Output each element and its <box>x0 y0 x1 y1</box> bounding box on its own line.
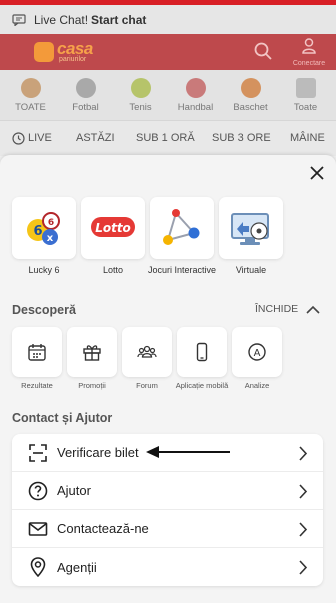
tool-promotii[interactable] <box>67 327 117 377</box>
tab-under-3h[interactable]: SUB 3 ORE <box>212 132 271 144</box>
lotto-icon: Lotto <box>91 217 135 237</box>
contact-item-label: Agenții <box>57 559 97 575</box>
mail-icon <box>27 518 49 540</box>
live-chat-text: Live Chat! <box>34 12 89 27</box>
sport-item-handbal[interactable]: Handbal <box>168 78 223 113</box>
calendar-icon <box>28 344 46 361</box>
people-icon <box>137 345 157 358</box>
tool-aplicatie-mobila[interactable] <box>177 327 227 377</box>
contact-title: Contact și Ajutor <box>12 411 113 425</box>
sport-all-icon <box>20 78 41 98</box>
search-icon[interactable] <box>254 42 272 60</box>
discover-title: Descoperă <box>12 303 76 317</box>
game-virtuale[interactable] <box>219 197 283 259</box>
start-chat-link[interactable]: Start chat <box>91 13 146 27</box>
chevron-right-icon <box>299 560 308 575</box>
virtual-sports-icon <box>231 213 269 245</box>
sport-label: TOATE <box>15 102 46 113</box>
svg-text:6: 6 <box>48 218 54 228</box>
sport-label: Tenis <box>129 102 152 113</box>
logo-subtext: pariurilor <box>59 56 87 63</box>
contact-item-label: Ajutor <box>57 483 91 498</box>
account-button[interactable]: Conectare <box>290 38 328 68</box>
svg-text:6: 6 <box>33 224 42 239</box>
sport-item-fotbal[interactable]: Fotbal <box>58 78 113 113</box>
clock-icon <box>12 132 25 145</box>
analysis-icon: A <box>248 343 266 361</box>
annotation-arrow <box>146 446 230 458</box>
contact-item-ajutor[interactable]: Ajutor <box>12 472 323 510</box>
tab-under-1h[interactable]: SUB 1 ORĂ <box>136 132 195 144</box>
tab-tomorrow[interactable]: MÂINE <box>290 132 325 144</box>
tab-today[interactable]: ASTĂZI <box>76 132 115 144</box>
game-lucky6[interactable]: 6 6 x <box>12 197 76 259</box>
logo[interactable]: casa pariurilor <box>34 39 104 66</box>
collapse-label: ÎNCHIDE <box>255 303 299 315</box>
sport-label: Toate <box>293 102 318 113</box>
tool-forum[interactable] <box>122 327 172 377</box>
tool-label: Rezultate <box>21 381 53 390</box>
interactive-games-icon <box>163 209 200 245</box>
tab-live[interactable]: LIVE <box>28 132 52 144</box>
tennis-icon <box>130 78 151 98</box>
game-jocuri-interactive[interactable] <box>150 197 214 259</box>
az-icon <box>295 78 316 98</box>
help-icon <box>27 480 49 502</box>
sport-item-az[interactable]: Toate <box>278 78 333 113</box>
gift-icon <box>83 345 101 361</box>
game-label: Virtuale <box>235 265 267 275</box>
sport-item-all[interactable]: TOATE <box>3 78 58 113</box>
handball-icon <box>185 78 206 98</box>
user-icon <box>302 38 316 54</box>
tool-label: Forum <box>136 381 158 390</box>
close-icon[interactable] <box>306 162 328 184</box>
game-lotto[interactable]: Lotto <box>81 197 145 259</box>
chevron-up-icon <box>306 305 320 314</box>
tool-label: Aplicație mobilă <box>175 381 229 390</box>
lucky6-icon: 6 6 x <box>27 212 60 245</box>
sport-item-tenis[interactable]: Tenis <box>113 78 168 113</box>
collapse-toggle[interactable]: ÎNCHIDE <box>255 303 320 315</box>
svg-text:Lotto: Lotto <box>95 221 131 235</box>
sport-item-baschet[interactable]: Baschet <box>223 78 278 113</box>
svg-text:A: A <box>254 348 261 359</box>
tool-analize[interactable]: A <box>232 327 282 377</box>
game-label: Lucky 6 <box>28 265 60 275</box>
contact-item-agentii[interactable]: Agenții <box>12 548 323 586</box>
chat-icon <box>12 13 26 26</box>
sport-label: Handbal <box>177 102 214 113</box>
contact-item-contacteaza[interactable]: Contactează-ne <box>12 510 323 548</box>
chevron-right-icon <box>299 484 308 499</box>
contact-item-label: Contactează-ne <box>57 521 149 536</box>
logo-mark <box>34 42 54 62</box>
football-icon <box>75 78 96 98</box>
chevron-right-icon <box>299 522 308 537</box>
live-chat-bar[interactable]: Live Chat! Start chat <box>0 5 336 34</box>
location-pin-icon <box>27 556 49 578</box>
sport-label: Baschet <box>233 102 268 113</box>
game-label: Jocuri Interactive <box>147 265 217 275</box>
basketball-icon <box>240 78 261 98</box>
chevron-right-icon <box>299 446 308 461</box>
sport-label: Fotbal <box>72 102 99 113</box>
game-label: Lotto <box>102 265 124 275</box>
tool-rezultate[interactable] <box>12 327 62 377</box>
scan-icon <box>27 442 49 464</box>
tool-label: Analize <box>244 381 270 390</box>
account-label: Conectare <box>292 60 326 67</box>
smartphone-icon <box>196 342 208 362</box>
tool-label: Promoții <box>78 381 106 390</box>
contact-item-label: Verificare bilet <box>57 445 139 460</box>
svg-text:x: x <box>47 233 54 244</box>
